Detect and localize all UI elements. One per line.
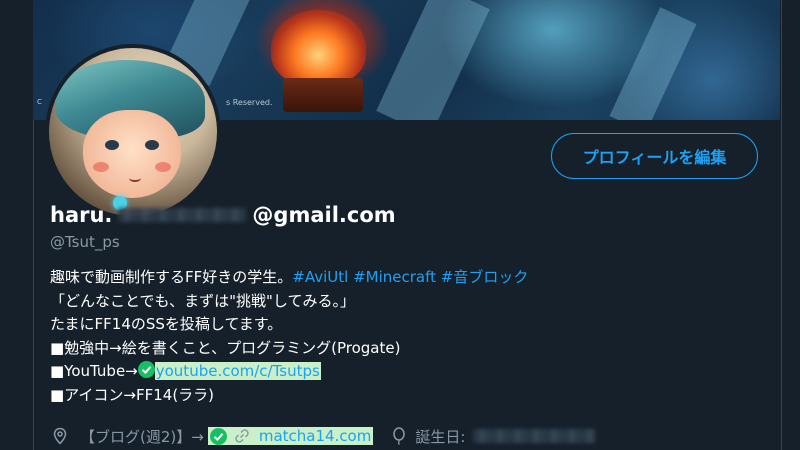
username: @Tsut_ps — [50, 233, 120, 251]
bio-line: ■勉強中→絵を書くこと、プログラミング(Progate) — [50, 338, 401, 357]
banner-copyright-text: s Reserved. — [226, 98, 273, 107]
bio-line: たまにFF14のSSを投稿してます。 — [50, 315, 283, 333]
bio-line: ■YouTube→ youtube.com/c/Tsutps — [50, 360, 750, 384]
bio-text: 趣味で動画制作するFF好きの学生。 — [50, 268, 293, 286]
redacted-name — [118, 208, 247, 222]
avatar-mouth — [129, 174, 141, 182]
hashtag-link[interactable]: #AviUtl — [292, 268, 348, 286]
bio-line: 「どんなことでも、まずは"挑戦"してみる。」 — [50, 291, 355, 310]
redacted-birthday — [473, 429, 596, 443]
display-name: haru. @gmail.com — [50, 203, 396, 227]
balloon-icon — [389, 426, 409, 446]
banner-crystal — [609, 7, 697, 120]
banner-copyright-left: C — [37, 98, 42, 106]
check-circle-icon — [209, 427, 227, 445]
website-url[interactable]: matcha14.com — [259, 427, 372, 445]
avatar-blush — [93, 162, 109, 172]
profile-bio: 趣味で動画制作するFF好きの学生。#AviUtl #Minecraft #音ブロ… — [50, 266, 750, 407]
link-icon — [233, 427, 251, 445]
location-pin-icon — [50, 426, 70, 446]
display-name-prefix: haru. — [50, 203, 113, 227]
bio-line: ■アイコン→FF14(ララ) — [50, 385, 215, 404]
edit-profile-button[interactable]: プロフィールを編集 — [551, 133, 758, 179]
avatar-eye — [105, 140, 119, 150]
hashtag-link[interactable]: #Minecraft — [353, 268, 436, 286]
check-circle-icon — [137, 361, 155, 378]
avatar-eye — [145, 140, 159, 150]
birthday-label: 誕生日: — [415, 427, 466, 446]
location-text: 【ブログ(週2)】→ — [80, 427, 204, 446]
avatar-face — [83, 110, 181, 198]
display-name-suffix: @gmail.com — [252, 203, 396, 227]
website-link[interactable]: matcha14.com — [207, 427, 374, 445]
hashtag-link[interactable]: #音ブロック — [441, 268, 529, 286]
youtube-link[interactable]: youtube.com/c/Tsutps — [154, 362, 321, 380]
banner-brazier — [283, 78, 363, 112]
avatar-blush — [155, 162, 171, 172]
banner-fire — [271, 10, 366, 85]
profile-meta: 【ブログ(週2)】→ matcha14.com 誕生日: — [50, 424, 596, 448]
bio-line: 趣味で動画制作するFF好きの学生。#AviUtl #Minecraft #音ブロ… — [50, 266, 750, 290]
banner-crystal — [376, 0, 490, 120]
avatar[interactable] — [49, 48, 217, 216]
bio-text: ■YouTube→ — [50, 362, 138, 380]
